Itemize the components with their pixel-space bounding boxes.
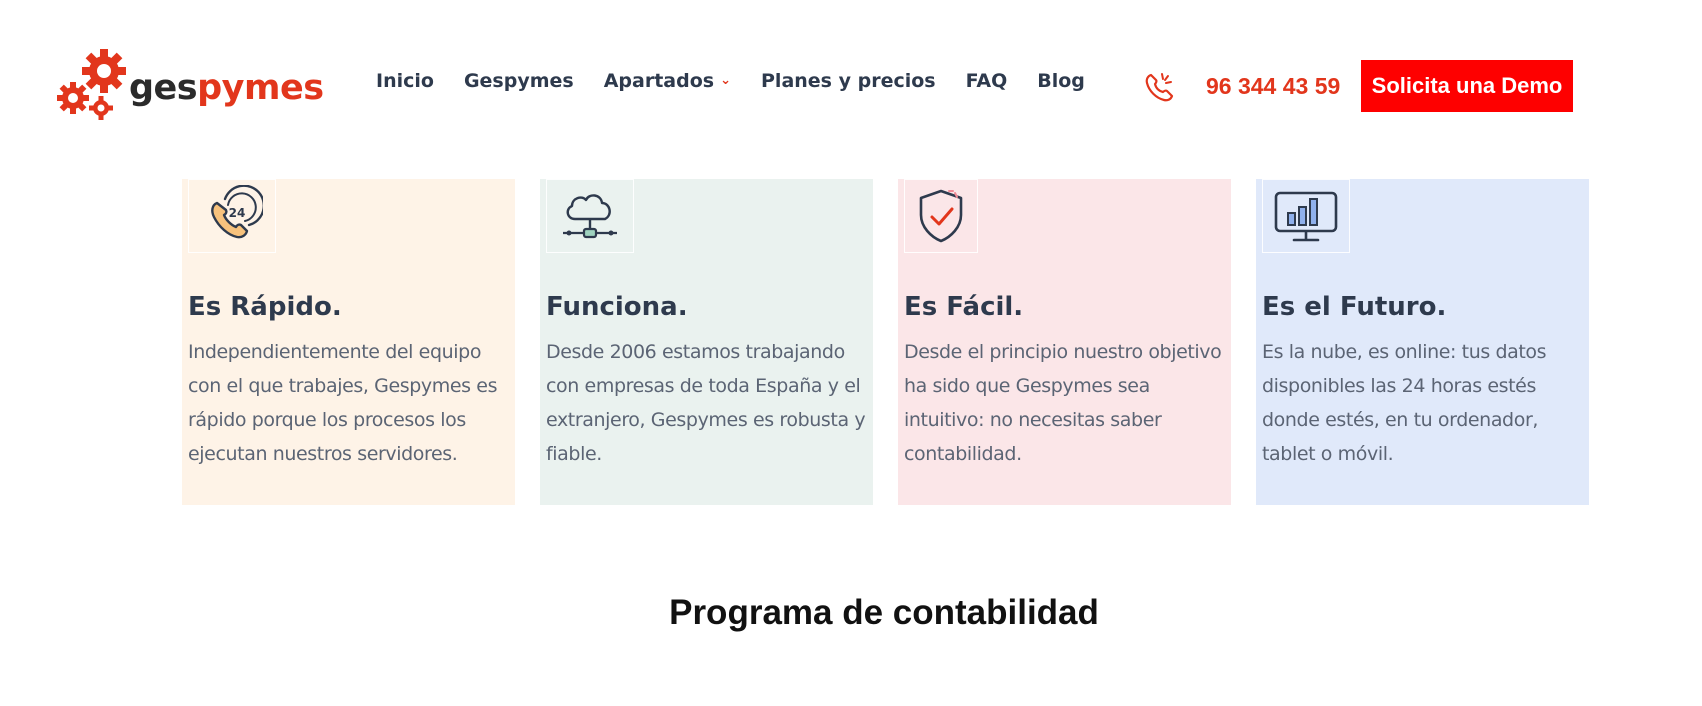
feature-card-rapido: 24 Es Rápido. Independientemente del equ… — [182, 179, 515, 505]
main-nav: Inicio Gespymes Apartados ⌄ Planes y prec… — [376, 68, 1115, 94]
monitor-chart-icon — [1262, 179, 1350, 253]
site-header: gespymes Inicio Gespymes Apartados ⌄ Plan… — [0, 0, 1702, 138]
feature-text: Es la nube, es online: tus datos disponi… — [1262, 341, 1547, 465]
section-title: Programa de contabilidad — [669, 593, 1099, 632]
nav-item-inicio[interactable]: Inicio — [376, 68, 434, 94]
phone-number-link[interactable]: 96 344 43 59 — [1206, 72, 1340, 100]
feature-text: Desde el principio nuestro objetivo ha s… — [904, 341, 1222, 465]
nav-item-planes-y-precios[interactable]: Planes y precios — [761, 68, 936, 94]
gears-icon — [57, 49, 126, 120]
nav-item-blog[interactable]: Blog — [1037, 68, 1085, 94]
feature-title: Funciona. — [546, 292, 688, 322]
feature-card-futuro: Es el Futuro. Es la nube, es online: tus… — [1256, 179, 1589, 505]
feature-title: Es Rápido. — [188, 292, 342, 322]
svg-text:24: 24 — [229, 206, 246, 220]
phone-24h-icon: 24 — [188, 179, 276, 253]
cloud-network-icon — [546, 179, 634, 253]
nav-item-gespymes[interactable]: Gespymes — [464, 68, 574, 94]
feature-title: Es el Futuro. — [1262, 292, 1447, 322]
nav-item-label: Apartados — [603, 70, 715, 92]
nav-item-faq[interactable]: FAQ — [966, 68, 1008, 94]
request-demo-button[interactable]: Solicita una Demo — [1361, 60, 1573, 112]
phone-icon — [1143, 70, 1177, 104]
nav-item-apartados[interactable]: Apartados ⌄ — [604, 68, 731, 94]
gespymes-logo[interactable]: gespymes — [56, 46, 324, 122]
feature-text: Desde 2006 estamos trabajando con empres… — [546, 341, 866, 465]
shield-check-icon — [904, 179, 978, 253]
feature-card-funciona: Funciona. Desde 2006 estamos trabajando … — [540, 179, 873, 505]
feature-text: Independientemente del equipo con el que… — [188, 341, 498, 465]
feature-title: Es Fácil. — [904, 292, 1024, 322]
logo-wordmark: gespymes — [129, 68, 324, 108]
chevron-down-icon: ⌄ — [720, 73, 731, 88]
feature-card-facil: Es Fácil. Desde el principio nuestro obj… — [898, 179, 1231, 505]
